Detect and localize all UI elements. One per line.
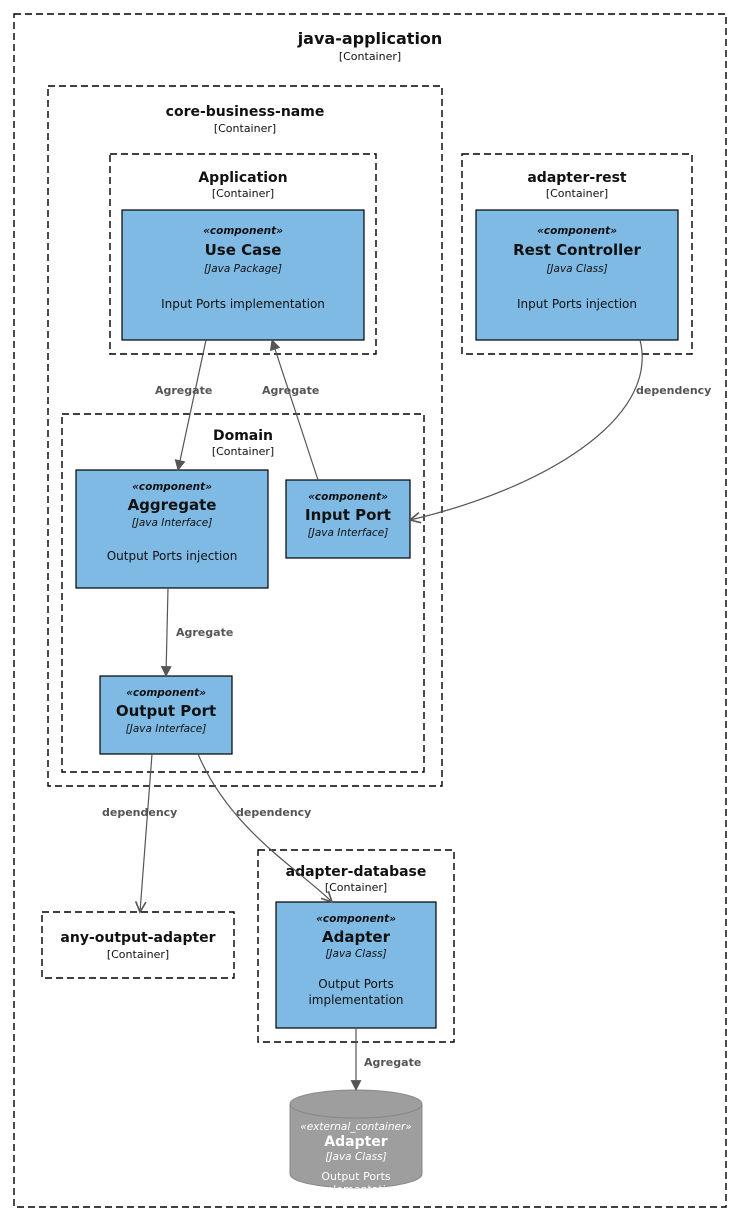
svg-text:Output Port: Output Port <box>116 702 216 720</box>
adapter-db-title: adapter-database <box>286 864 427 880</box>
svg-text:Adapter: Adapter <box>324 1134 388 1150</box>
svg-text:dependency: dependency <box>636 384 711 397</box>
svg-text:«component»: «component» <box>126 687 206 699</box>
svg-text:«component»: «component» <box>308 491 388 503</box>
svg-text:Output Ports: Output Ports <box>321 1170 391 1183</box>
svg-text:«component»: «component» <box>132 481 212 493</box>
adapter-db-subtype: [Container] <box>325 881 387 894</box>
java-application-subtype: [Container] <box>339 50 401 63</box>
svg-text:Agregate: Agregate <box>176 626 233 639</box>
any-output-subtype: [Container] <box>107 948 169 961</box>
svg-text:Agregate: Agregate <box>155 384 212 397</box>
svg-text:[Java Package]: [Java Package] <box>204 263 282 275</box>
svg-text:Output Ports injection: Output Ports injection <box>107 549 238 563</box>
application-title: Application <box>198 170 287 186</box>
core-subtype: [Container] <box>214 122 276 135</box>
diagram: java-application [Container] core-busine… <box>0 0 740 1221</box>
domain-subtype: [Container] <box>212 445 274 458</box>
svg-text:Aggregate: Aggregate <box>128 496 217 514</box>
svg-text:[Java Class]: [Java Class] <box>546 263 607 275</box>
adapter-rest-title: adapter-rest <box>527 170 627 186</box>
svg-text:«component»: «component» <box>316 913 396 925</box>
svg-text:Use Case: Use Case <box>205 241 282 259</box>
svg-text:Adapter: Adapter <box>322 928 391 946</box>
svg-text:dependency: dependency <box>236 806 311 819</box>
svg-text:Agregate: Agregate <box>364 1056 421 1069</box>
core-title: core-business-name <box>166 104 325 120</box>
svg-text:Output Ports: Output Ports <box>318 977 394 991</box>
any-output-title: any-output-adapter <box>60 930 215 946</box>
svg-text:[Java Class]: [Java Class] <box>325 1151 386 1163</box>
svg-text:[Java Interface]: [Java Interface] <box>308 527 389 539</box>
svg-text:Input Port: Input Port <box>305 506 391 524</box>
domain-title: Domain <box>213 428 273 444</box>
java-application-title: java-application <box>297 29 443 48</box>
application-subtype: [Container] <box>212 187 274 200</box>
svg-text:«external_container»: «external_container» <box>300 1121 412 1133</box>
external-container-adapter-db: «external_container» Adapter [Java Class… <box>290 1090 422 1196</box>
svg-text:Agregate: Agregate <box>262 384 319 397</box>
svg-text:implementation: implementation <box>308 993 403 1007</box>
svg-text:«component»: «component» <box>203 225 283 237</box>
adapter-rest-subtype: [Container] <box>546 187 608 200</box>
svg-text:implementation: implementation <box>312 1183 399 1196</box>
svg-text:[Java Class]: [Java Class] <box>325 948 386 960</box>
svg-text:Rest Controller: Rest Controller <box>513 241 641 259</box>
svg-text:«component»: «component» <box>537 225 617 237</box>
svg-text:dependency: dependency <box>102 806 177 819</box>
svg-text:[Java Interface]: [Java Interface] <box>126 723 207 735</box>
svg-text:Input Ports implementation: Input Ports implementation <box>161 297 325 311</box>
svg-text:Input Ports injection: Input Ports injection <box>517 297 637 311</box>
svg-text:[Java Interface]: [Java Interface] <box>132 517 213 529</box>
